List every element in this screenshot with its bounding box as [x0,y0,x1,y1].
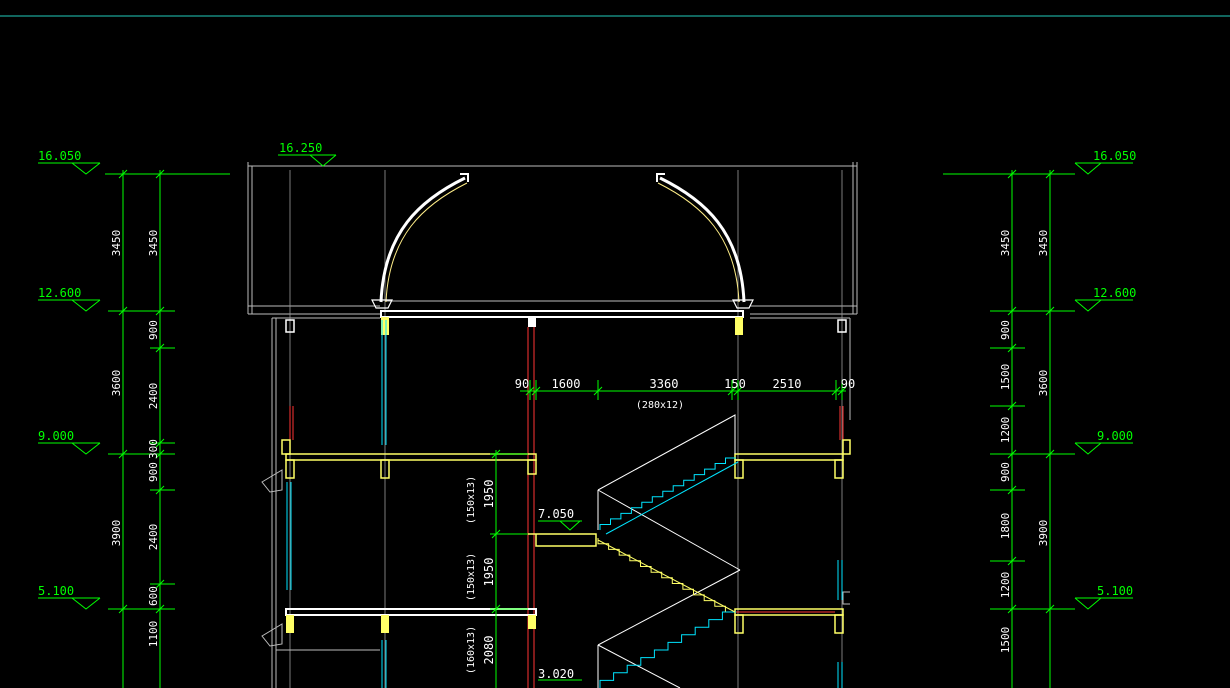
dim-right-inner-1: 3450 [999,230,1012,257]
level-label-right-3: 9.000 [1097,429,1133,443]
dim-left-inner-1: 3450 [147,230,160,257]
flight-1-length: 1950 [482,480,496,509]
level-label-left-1: 16.050 [38,149,81,163]
dim-left-inner-6: 2400 [147,524,160,551]
dim-horizontal-3: 3360 [650,377,679,391]
dim-horizontal-2: 1600 [552,377,581,391]
dim-right-outer-1: 3450 [1037,230,1050,257]
level-label-left-4: 5.100 [38,584,74,598]
dim-right-inner-2: 900 [999,320,1012,340]
level-label-right-4: 5.100 [1097,584,1133,598]
dim-left-outer-3: 3900 [110,520,123,547]
tread-note: (280x12) [636,400,684,411]
level-label-left-3: 9.000 [38,429,74,443]
dim-left-inner-4: 300 [147,439,160,459]
dim-left-inner-8: 1100 [147,621,160,648]
landing-level-upper-label: 7.050 [538,507,574,521]
dim-left-inner-2: 900 [147,320,160,340]
dim-left-outer-1: 3450 [110,230,123,257]
flight-2-length: 1950 [482,558,496,587]
dim-right-inner-6: 1800 [999,513,1012,540]
dim-right-outer-3: 3900 [1037,520,1050,547]
landing-level-lower-label: 3.020 [538,667,574,681]
dim-left-outer-2: 3600 [110,370,123,397]
dim-right-inner-5: 900 [999,462,1012,482]
dim-right-inner-7: 1200 [999,572,1012,599]
roof-level-label: 16.250 [279,141,322,155]
dim-right-inner-4: 1200 [999,417,1012,444]
level-label-left-2: 12.600 [38,286,81,300]
dim-horizontal-5: 2510 [773,377,802,391]
dim-right-inner-3: 1500 [999,364,1012,391]
dim-horizontal-6: 90 [841,377,855,391]
level-label-right-2: 12.600 [1093,286,1136,300]
stair-section-drawing: 16.050 12.600 9.000 5.100 3450 3600 3900… [0,0,1230,688]
dim-left-inner-5: 900 [147,462,160,482]
level-label-right-1: 16.050 [1093,149,1136,163]
flight-3-length: 2080 [482,636,496,665]
dim-horizontal-4: 150 [724,377,746,391]
dim-right-inner-8: 1500 [999,627,1012,654]
dim-left-inner-7: 600 [147,586,160,606]
dim-horizontal-1: 90 [515,377,529,391]
dim-right-outer-2: 3600 [1037,370,1050,397]
dim-left-inner-3: 2400 [147,383,160,410]
flight-3-note: (160x13) [466,626,477,674]
flight-1-note: (150x13) [466,476,477,524]
flight-2-note: (150x13) [466,553,477,601]
